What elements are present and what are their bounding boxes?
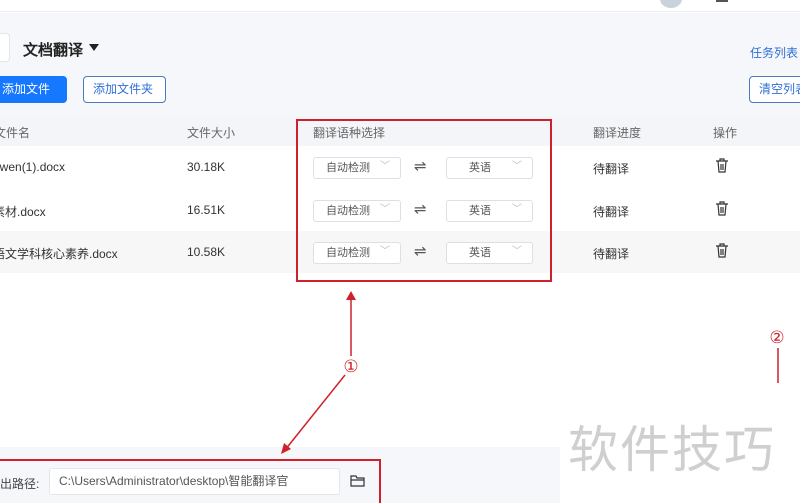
arrowhead-up bbox=[346, 291, 356, 300]
arrow-line-down bbox=[284, 374, 346, 451]
annotation-layer: ① ② bbox=[0, 119, 785, 503]
marker-2: ② bbox=[769, 328, 784, 348]
highlight-box-output bbox=[0, 459, 381, 503]
highlight-box-language bbox=[296, 119, 552, 282]
marker-1: ① bbox=[343, 357, 358, 377]
